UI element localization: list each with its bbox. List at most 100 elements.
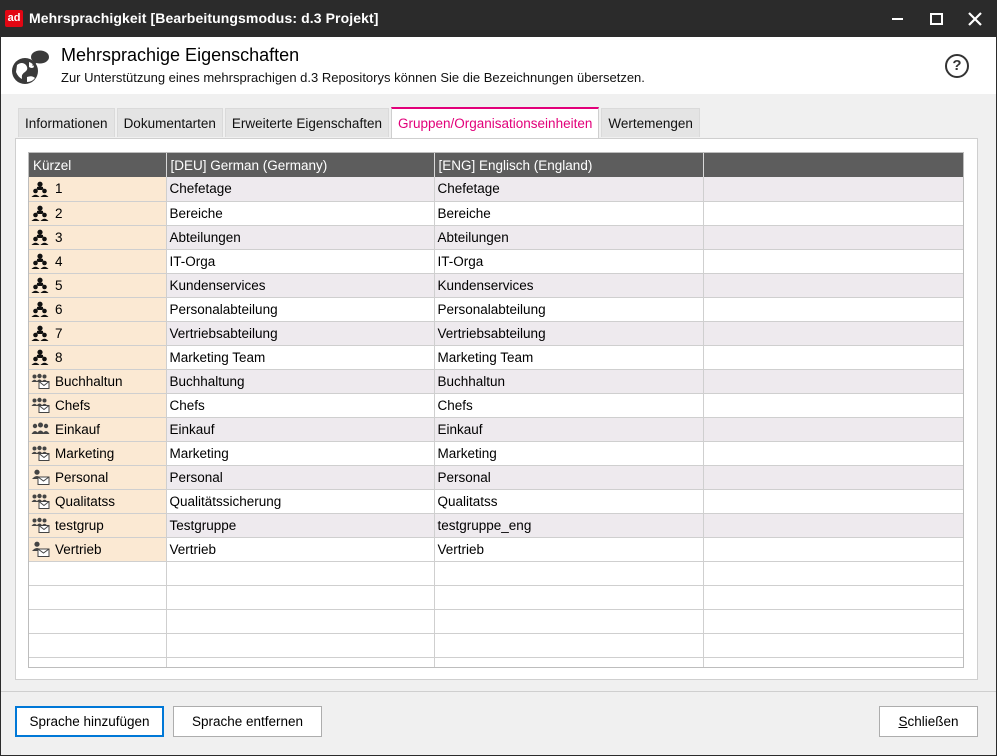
empty-cell[interactable] (166, 561, 435, 586)
tab-dokumentarten[interactable]: Dokumentarten (116, 108, 223, 137)
cell-kuerzel[interactable]: 7 (29, 321, 167, 346)
empty-cell[interactable] (434, 657, 704, 667)
empty-cell[interactable] (166, 657, 435, 667)
empty-cell[interactable] (29, 609, 167, 634)
empty-cell[interactable] (166, 609, 435, 634)
cell-empty[interactable] (703, 177, 963, 202)
cell-eng[interactable]: Personal (434, 465, 704, 490)
cell-deu[interactable]: IT-Orga (166, 249, 435, 274)
cell-kuerzel[interactable]: Qualitatss (29, 489, 167, 514)
cell-empty[interactable] (703, 441, 963, 466)
tab-erweiterte-eigenschaften[interactable]: Erweiterte Eigenschaften (224, 108, 389, 137)
cell-deu[interactable]: Personal (166, 465, 435, 490)
cell-eng[interactable]: Chefetage (434, 177, 704, 202)
empty-cell[interactable] (166, 633, 435, 658)
add-language-button[interactable]: Sprache hinzufügen (15, 706, 164, 737)
cell-deu[interactable]: Bereiche (166, 201, 435, 226)
maximize-button[interactable] (917, 1, 955, 37)
cell-empty[interactable] (703, 321, 963, 346)
cell-deu[interactable]: Abteilungen (166, 225, 435, 250)
empty-cell[interactable] (703, 561, 963, 586)
empty-cell[interactable] (703, 585, 963, 610)
tab-gruppen-organisationseinheiten[interactable]: Gruppen/Organisationseinheiten (390, 107, 600, 138)
cell-empty[interactable] (703, 369, 963, 394)
close-window-button[interactable] (956, 1, 994, 37)
empty-table-row[interactable] (29, 561, 963, 586)
cell-eng[interactable]: Kundenservices (434, 273, 704, 298)
empty-cell[interactable] (29, 585, 167, 610)
cell-kuerzel[interactable]: Marketing (29, 441, 167, 466)
help-icon[interactable]: ? (945, 54, 969, 78)
minimize-button[interactable] (878, 1, 916, 37)
title-bar[interactable]: ad Mehrsprachigkeit [Bearbeitungsmodus: … (1, 1, 996, 37)
table-row[interactable]: 3 Abteilungen Abteilungen (29, 225, 963, 250)
cell-eng[interactable]: Buchhaltun (434, 369, 704, 394)
empty-table-row[interactable] (29, 585, 963, 610)
cell-eng[interactable]: Einkauf (434, 417, 704, 442)
cell-deu[interactable]: Kundenservices (166, 273, 435, 298)
column-header-eng[interactable]: [ENG] Englisch (England) (434, 153, 704, 177)
cell-kuerzel[interactable]: 5 (29, 273, 167, 298)
tab-wertemengen[interactable]: Wertemengen (601, 108, 700, 137)
empty-cell[interactable] (29, 657, 167, 667)
table-row[interactable]: 2 Bereiche Bereiche (29, 201, 963, 226)
remove-language-button[interactable]: Sprache entfernen (173, 706, 322, 737)
table-row[interactable]: 1 Chefetage Chefetage (29, 177, 963, 202)
table-row[interactable]: 8 Marketing Team Marketing Team (29, 345, 963, 370)
column-header-deu[interactable]: [DEU] German (Germany) (166, 153, 435, 177)
cell-eng[interactable]: testgruppe_eng (434, 513, 704, 538)
cell-empty[interactable] (703, 393, 963, 418)
cell-empty[interactable] (703, 537, 963, 562)
empty-cell[interactable] (434, 585, 704, 610)
cell-deu[interactable]: Marketing (166, 441, 435, 466)
table-row[interactable]: 5 Kundenservices Kundenservices (29, 273, 963, 298)
cell-deu[interactable]: Testgruppe (166, 513, 435, 538)
cell-kuerzel[interactable]: testgrup (29, 513, 167, 538)
cell-deu[interactable]: Chefs (166, 393, 435, 418)
cell-kuerzel[interactable]: 8 (29, 345, 167, 370)
cell-kuerzel[interactable]: Personal (29, 465, 167, 490)
cell-empty[interactable] (703, 297, 963, 322)
cell-eng[interactable]: Marketing Team (434, 345, 704, 370)
table-row[interactable]: Buchhaltun Buchhaltung Buchhaltun (29, 369, 963, 394)
cell-deu[interactable]: Vertriebsabteilung (166, 321, 435, 346)
cell-kuerzel[interactable]: Buchhaltun (29, 369, 167, 394)
cell-empty[interactable] (703, 489, 963, 514)
empty-cell[interactable] (703, 609, 963, 634)
table-row[interactable]: Einkauf Einkauf Einkauf (29, 417, 963, 442)
table-row[interactable]: Marketing Marketing Marketing (29, 441, 963, 466)
cell-kuerzel[interactable]: 2 (29, 201, 167, 226)
cell-empty[interactable] (703, 345, 963, 370)
cell-eng[interactable]: Chefs (434, 393, 704, 418)
cell-eng[interactable]: Vertriebsabteilung (434, 321, 704, 346)
empty-cell[interactable] (434, 609, 704, 634)
empty-table-row[interactable] (29, 657, 963, 667)
empty-cell[interactable] (29, 633, 167, 658)
cell-kuerzel[interactable]: Einkauf (29, 417, 167, 442)
cell-eng[interactable]: Qualitatss (434, 489, 704, 514)
cell-eng[interactable]: Bereiche (434, 201, 704, 226)
cell-empty[interactable] (703, 201, 963, 226)
empty-cell[interactable] (434, 561, 704, 586)
cell-empty[interactable] (703, 417, 963, 442)
cell-kuerzel[interactable]: 4 (29, 249, 167, 274)
cell-kuerzel[interactable]: 6 (29, 297, 167, 322)
cell-deu[interactable]: Personalabteilung (166, 297, 435, 322)
table-row[interactable]: testgrup Testgruppe testgruppe_eng (29, 513, 963, 538)
cell-empty[interactable] (703, 273, 963, 298)
column-header-kuerzel[interactable]: Kürzel (29, 153, 167, 177)
empty-cell[interactable] (703, 657, 963, 667)
cell-kuerzel[interactable]: Vertrieb (29, 537, 167, 562)
tab-informationen[interactable]: Informationen (18, 108, 115, 137)
table-row[interactable]: 7 Vertriebsabteilung Vertriebsabteilung (29, 321, 963, 346)
cell-empty[interactable] (703, 465, 963, 490)
cell-empty[interactable] (703, 225, 963, 250)
translation-grid[interactable]: Kürzel [DEU] German (Germany) [ENG] Engl… (28, 152, 964, 668)
cell-kuerzel[interactable]: 3 (29, 225, 167, 250)
empty-cell[interactable] (29, 561, 167, 586)
cell-eng[interactable]: Vertrieb (434, 537, 704, 562)
cell-deu[interactable]: Qualitätssicherung (166, 489, 435, 514)
empty-cell[interactable] (434, 633, 704, 658)
cell-empty[interactable] (703, 513, 963, 538)
cell-eng[interactable]: Abteilungen (434, 225, 704, 250)
